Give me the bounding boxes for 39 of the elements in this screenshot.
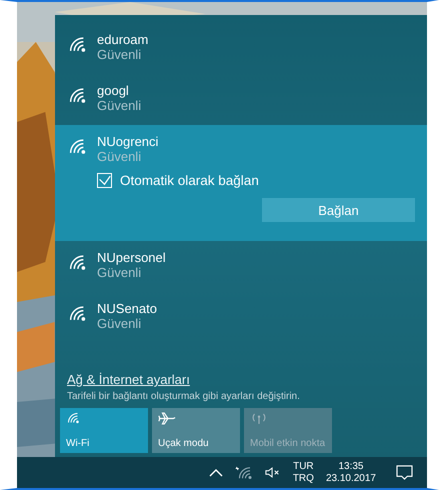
quick-action-tile[interactable]: Uçak modu [152,408,240,453]
network-status: Güvenli [97,47,142,63]
network-status: Güvenli [97,149,142,165]
wifi-icon [66,412,80,424]
wifi-icon [67,138,87,155]
network-status: Güvenli [97,316,142,332]
notification-icon[interactable] [396,465,413,480]
network-name: eduroam [97,32,148,47]
wifi-icon [67,305,87,322]
language-indicator[interactable]: TUR TRQ [292,460,314,484]
wifi-icon [67,87,87,104]
network-item[interactable]: NUogrenci Güvenli Otomatik olarak bağlan Bağlan [55,125,427,241]
clock[interactable]: 13:35 23.10.2017 [326,460,376,484]
wifi-icon [67,254,87,271]
airplane-icon [158,412,176,425]
keyboard-layout: TRQ [292,472,314,484]
language-code: TUR [293,460,314,472]
settings-hint: Tarifeli bir bağlantı oluşturmak gibi ayarları değiştirin. [67,391,301,402]
network-item[interactable]: NUpersonel Güvenli [55,241,427,292]
network-status: Güvenli [97,265,142,281]
settings-link[interactable]: Ağ & İnternet ayarları [67,372,190,387]
time: 13:35 [338,460,364,472]
quick-action-tile[interactable]: Wi-Fi [60,408,148,453]
network-name: NUogrenci [97,134,158,149]
muted-speaker-icon[interactable] [264,467,281,478]
network-item[interactable]: NUSenato Güvenli [55,292,427,343]
network-name: googl [97,83,130,98]
wifi-icon [67,36,87,53]
network-item[interactable]: googl Güvenli [55,74,427,125]
network-name: NUSenato [97,301,157,316]
network-status: Güvenli [97,98,142,114]
checkbox[interactable] [97,173,112,188]
checkbox-label: Otomatik olarak bağlan [120,173,259,188]
hotspot-icon [250,412,268,425]
wifi-icon[interactable] [234,466,253,480]
chevron-up-icon[interactable] [208,468,223,478]
date: 23.10.2017 [326,472,376,484]
network-item[interactable]: eduroam Güvenli [55,23,427,74]
network-name: NUpersonel [97,250,166,265]
